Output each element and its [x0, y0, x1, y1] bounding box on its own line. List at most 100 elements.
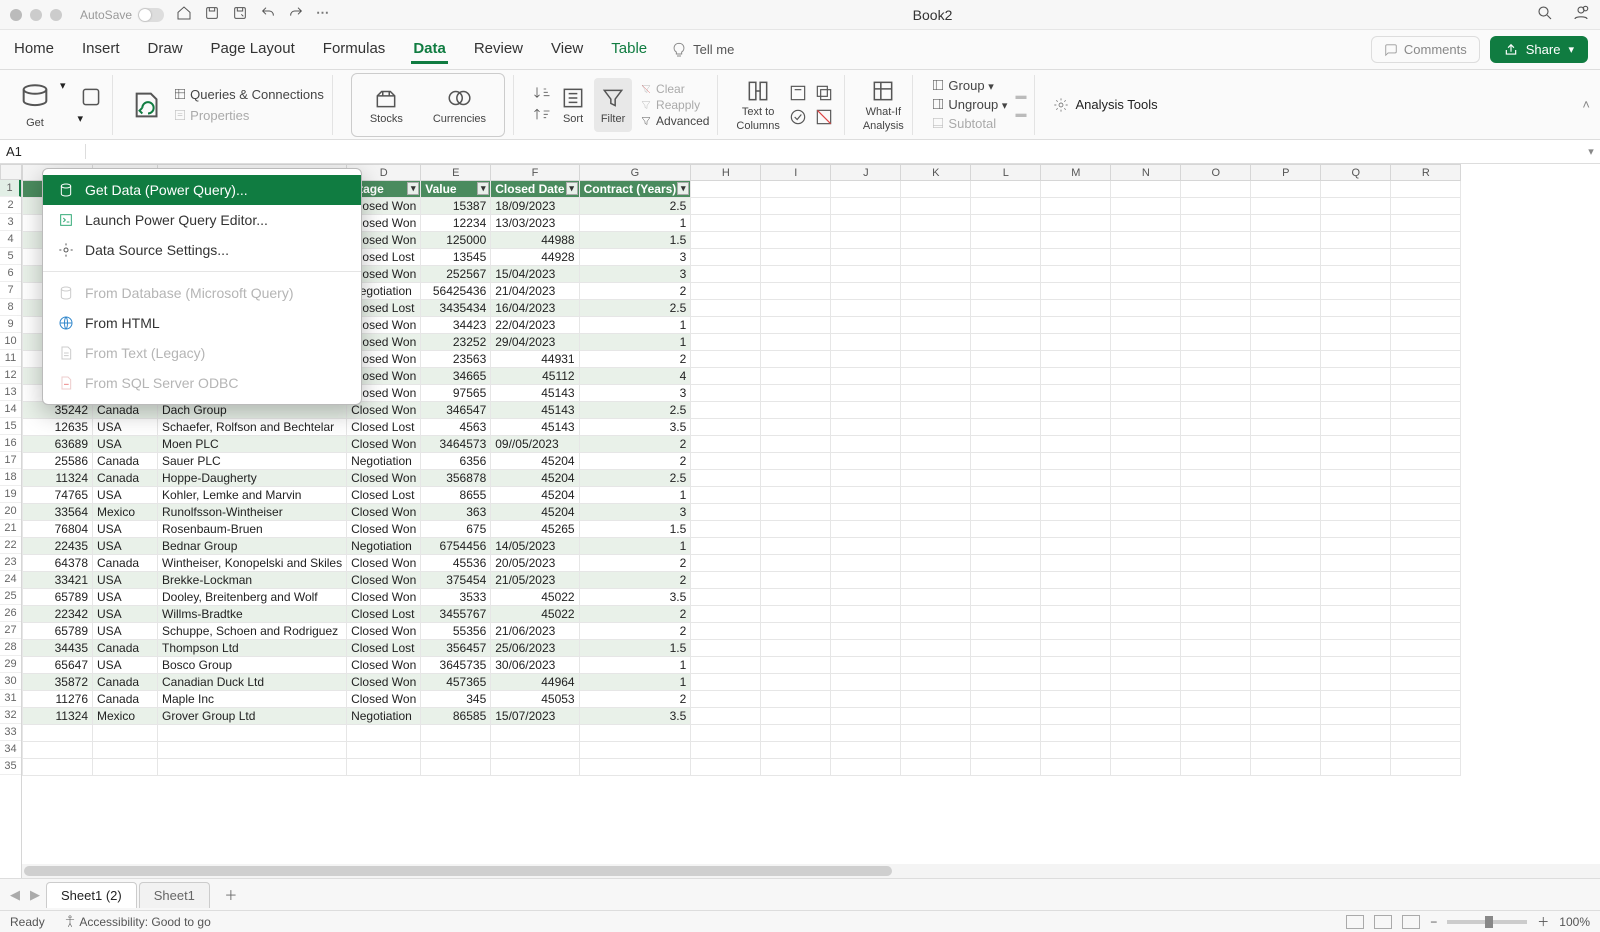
cell[interactable]: 3435434: [421, 300, 491, 317]
cell[interactable]: [761, 215, 831, 232]
cell[interactable]: [1391, 385, 1461, 402]
row-header[interactable]: 12: [0, 367, 21, 384]
row-header[interactable]: 20: [0, 503, 21, 520]
cell[interactable]: [831, 470, 901, 487]
cell[interactable]: [1391, 742, 1461, 759]
cell[interactable]: Closed Won: [347, 572, 421, 589]
cell[interactable]: Closed Won: [347, 589, 421, 606]
cell[interactable]: [1321, 674, 1391, 691]
ribbon-tab-formulas[interactable]: Formulas: [321, 36, 388, 64]
cell[interactable]: [1321, 453, 1391, 470]
cell[interactable]: 45143: [491, 385, 579, 402]
cell[interactable]: [971, 640, 1041, 657]
cell[interactable]: [831, 572, 901, 589]
cell[interactable]: 11324: [23, 708, 93, 725]
cell[interactable]: [1041, 436, 1111, 453]
row-header[interactable]: 35: [0, 758, 21, 775]
cell[interactable]: Dooley, Breitenberg and Wolf: [158, 589, 347, 606]
cell[interactable]: 3: [579, 249, 691, 266]
cell[interactable]: [691, 742, 761, 759]
cell[interactable]: 22342: [23, 606, 93, 623]
cell[interactable]: [1041, 572, 1111, 589]
cell[interactable]: [1251, 708, 1321, 725]
autosave-toggle[interactable]: [138, 8, 164, 22]
cell[interactable]: [901, 691, 971, 708]
cell[interactable]: [901, 232, 971, 249]
cell[interactable]: [761, 198, 831, 215]
cell[interactable]: Canadian Duck Ltd: [158, 674, 347, 691]
ribbon-tab-home[interactable]: Home: [12, 36, 56, 64]
home-icon[interactable]: [176, 5, 192, 24]
cell[interactable]: [1321, 283, 1391, 300]
select-all-corner[interactable]: [0, 164, 22, 180]
cell[interactable]: [1181, 657, 1251, 674]
cell[interactable]: 4: [579, 368, 691, 385]
cell[interactable]: [1041, 181, 1111, 198]
page-layout-view-icon[interactable]: [1374, 915, 1392, 929]
cell[interactable]: [901, 657, 971, 674]
cell[interactable]: [1391, 725, 1461, 742]
cell[interactable]: [831, 334, 901, 351]
cell[interactable]: [691, 487, 761, 504]
cell[interactable]: [1111, 181, 1181, 198]
cell[interactable]: Closed Lost: [347, 487, 421, 504]
cell[interactable]: 3.5: [579, 419, 691, 436]
cell[interactable]: [761, 572, 831, 589]
next-sheet-icon[interactable]: ▶: [26, 887, 44, 903]
search-icon[interactable]: [1536, 4, 1554, 25]
cell[interactable]: [901, 402, 971, 419]
cell[interactable]: [1391, 691, 1461, 708]
menu-launch-pq[interactable]: Launch Power Query Editor...: [43, 205, 361, 235]
cell[interactable]: [971, 436, 1041, 453]
cell[interactable]: [1321, 623, 1391, 640]
row-header[interactable]: 8: [0, 299, 21, 316]
cell[interactable]: [971, 402, 1041, 419]
cell[interactable]: [1041, 470, 1111, 487]
cell[interactable]: [1251, 691, 1321, 708]
cell[interactable]: [1321, 708, 1391, 725]
cell[interactable]: [1321, 657, 1391, 674]
cell[interactable]: [1181, 623, 1251, 640]
cell[interactable]: [579, 742, 691, 759]
cell[interactable]: Negotiation: [347, 453, 421, 470]
cell[interactable]: 45204: [491, 504, 579, 521]
cell[interactable]: 25/06/2023: [491, 640, 579, 657]
cell[interactable]: 45204: [491, 453, 579, 470]
cell[interactable]: 2: [579, 555, 691, 572]
row-header[interactable]: 13: [0, 384, 21, 401]
cell[interactable]: 30/06/2023: [491, 657, 579, 674]
cell[interactable]: [1321, 640, 1391, 657]
row-header[interactable]: 16: [0, 435, 21, 452]
cell[interactable]: [691, 317, 761, 334]
cell[interactable]: [901, 538, 971, 555]
cell[interactable]: [1391, 487, 1461, 504]
cell[interactable]: Closed Won: [347, 623, 421, 640]
cell[interactable]: [761, 504, 831, 521]
col-header[interactable]: J: [831, 165, 901, 181]
cell[interactable]: 6356: [421, 453, 491, 470]
cell[interactable]: [1041, 487, 1111, 504]
cell[interactable]: 11276: [23, 691, 93, 708]
cell[interactable]: Closed Won: [347, 555, 421, 572]
cell[interactable]: [971, 470, 1041, 487]
row-header[interactable]: 15: [0, 418, 21, 435]
sort-button[interactable]: Sort: [560, 78, 586, 132]
account-icon[interactable]: [1572, 4, 1590, 25]
cell[interactable]: [1111, 215, 1181, 232]
cell[interactable]: [158, 759, 347, 776]
cell[interactable]: USA: [93, 572, 158, 589]
cell[interactable]: 45022: [491, 589, 579, 606]
cell[interactable]: [691, 181, 761, 198]
cell[interactable]: 34423: [421, 317, 491, 334]
cell[interactable]: [1391, 402, 1461, 419]
cell[interactable]: 2.5: [579, 300, 691, 317]
cell[interactable]: 3455767: [421, 606, 491, 623]
cell[interactable]: [1111, 317, 1181, 334]
cell[interactable]: [901, 266, 971, 283]
cell[interactable]: [1391, 606, 1461, 623]
cell[interactable]: [971, 334, 1041, 351]
cell[interactable]: [971, 555, 1041, 572]
cell[interactable]: [1251, 351, 1321, 368]
cell[interactable]: [831, 640, 901, 657]
cell[interactable]: [901, 589, 971, 606]
